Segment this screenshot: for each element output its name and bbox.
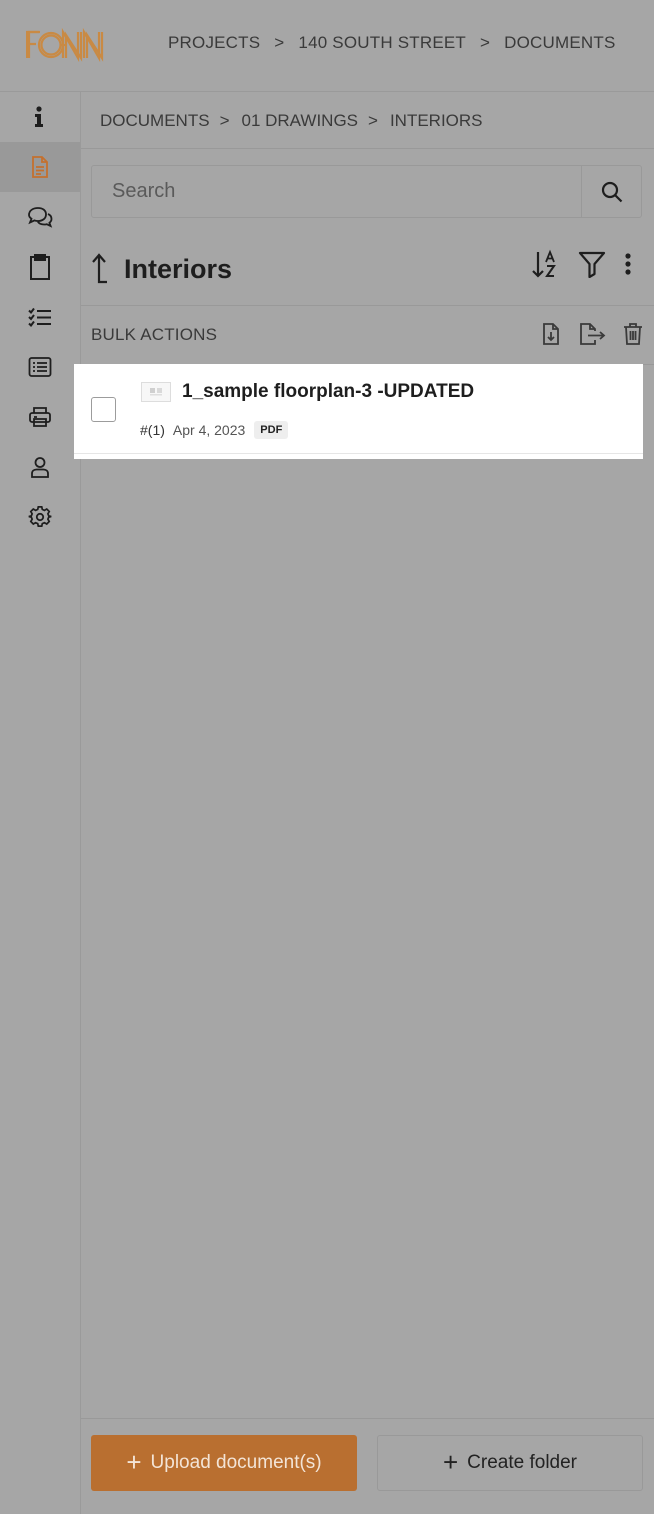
divider: [81, 148, 654, 149]
breadcrumb-documents[interactable]: DOCUMENTS: [504, 33, 615, 53]
bulk-export-button[interactable]: [577, 320, 607, 348]
folder-title: Interiors: [124, 253, 233, 284]
chat-icon: [28, 207, 53, 228]
document-revision: #(1): [140, 422, 165, 438]
upload-documents-label: Upload document(s): [150, 1452, 322, 1473]
more-vertical-icon: [625, 253, 631, 275]
breadcrumb-separator: >: [480, 33, 491, 52]
info-icon: [35, 106, 43, 127]
search-icon: [601, 181, 622, 202]
document-row[interactable]: 1_sample floorplan-3 -UPDATED #(1) Apr 4…: [74, 364, 643, 459]
file-type-badge: PDF: [254, 421, 289, 439]
document-thumbnail: [141, 382, 171, 402]
folder-breadcrumb: DOCUMENTS > 01 DRAWINGS > INTERIORS: [100, 110, 483, 132]
printer-icon: [29, 407, 51, 427]
breadcrumb-interiors[interactable]: INTERIORS: [390, 111, 483, 131]
breadcrumb-documents-root[interactable]: DOCUMENTS: [100, 111, 210, 131]
sidebar-item-users[interactable]: [0, 442, 80, 492]
plus-icon: +: [442, 1446, 459, 1477]
sort-az-icon: [532, 249, 556, 278]
bulk-delete-button[interactable]: [620, 320, 646, 348]
create-folder-label: Create folder: [467, 1452, 578, 1473]
document-meta: #(1) Apr 4, 2023 PDF: [140, 421, 289, 439]
project-breadcrumb: PROJECTS > 140 SOUTH STREET > DOCUMENTS: [168, 33, 616, 53]
top-bar: PROJECTS > 140 SOUTH STREET > DOCUMENTS: [0, 0, 654, 92]
sidebar-item-settings[interactable]: [0, 492, 80, 542]
plus-icon: +: [126, 1446, 142, 1477]
divider: [81, 305, 654, 306]
filter-button[interactable]: [576, 248, 608, 280]
folder-header: Interiors: [88, 248, 232, 290]
file-download-icon: [543, 323, 559, 345]
upload-documents-button[interactable]: + Upload document(s): [91, 1435, 357, 1491]
breadcrumb-separator: >: [274, 33, 285, 52]
checklist-icon: [28, 307, 51, 327]
document-name[interactable]: 1_sample floorplan-3 -UPDATED: [182, 381, 474, 403]
sidebar-item-messages[interactable]: [0, 192, 80, 242]
more-options-button[interactable]: [618, 248, 638, 280]
list-icon: [28, 357, 52, 377]
search-bar: [91, 165, 642, 218]
search-input[interactable]: [92, 166, 581, 217]
user-icon: [31, 457, 49, 478]
bulk-actions-label: BULK ACTIONS: [91, 325, 218, 344]
document-date: Apr 4, 2023: [172, 422, 246, 438]
sidebar-item-tasks[interactable]: [0, 242, 80, 292]
filter-icon: [578, 251, 606, 278]
sidebar-item-checklists[interactable]: [0, 292, 80, 342]
footer-divider: [81, 1418, 654, 1419]
fonn-logo[interactable]: [26, 26, 108, 62]
sidebar-item-documents[interactable]: [0, 142, 80, 192]
sidebar-item-reports[interactable]: [0, 342, 80, 392]
breadcrumb-separator: >: [368, 111, 378, 130]
document-icon: [32, 156, 48, 178]
row-divider: [74, 453, 643, 454]
search-button[interactable]: [581, 166, 641, 217]
breadcrumb-project[interactable]: 140 SOUTH STREET: [298, 33, 466, 53]
trash-icon: [624, 323, 642, 345]
clipboard-icon: [30, 254, 50, 280]
breadcrumb-projects[interactable]: PROJECTS: [168, 33, 260, 53]
gear-icon: [28, 506, 52, 527]
create-folder-button[interactable]: + Create folder: [377, 1435, 643, 1491]
sort-button[interactable]: [530, 248, 560, 280]
breadcrumb-separator: >: [219, 111, 230, 130]
folder-up-icon[interactable]: [88, 252, 110, 286]
breadcrumb-drawings[interactable]: 01 DRAWINGS: [242, 111, 359, 131]
file-export-icon: [580, 323, 606, 345]
sidebar-item-info[interactable]: [0, 92, 80, 142]
sidebar: [0, 92, 81, 1514]
sidebar-item-print[interactable]: [0, 392, 80, 442]
document-select-checkbox[interactable]: [91, 397, 116, 422]
bulk-download-button[interactable]: [538, 320, 564, 348]
